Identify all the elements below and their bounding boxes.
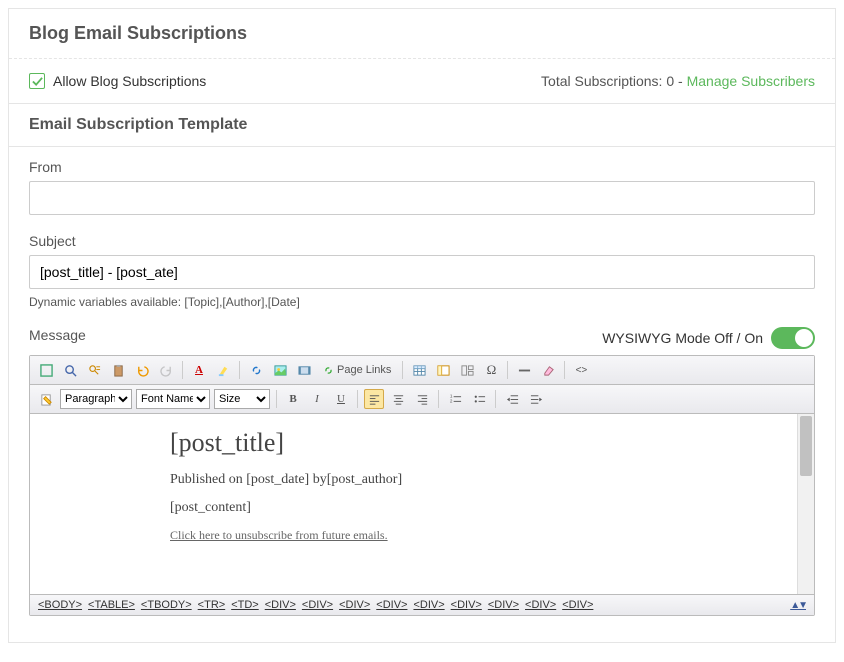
from-group: From — [29, 159, 815, 215]
paste-icon[interactable] — [108, 360, 128, 380]
fullscreen-icon[interactable] — [36, 360, 56, 380]
bc-item[interactable]: <DIV> — [451, 599, 482, 611]
from-input[interactable] — [29, 181, 815, 215]
paragraph-select[interactable]: Paragraph — [60, 389, 132, 409]
content-published: Published on [post_date] by[post_author] — [170, 472, 777, 488]
bc-item[interactable]: <DIV> — [339, 599, 370, 611]
message-group: Message WYSIWYG Mode Off / On A — [29, 327, 815, 616]
align-right-button[interactable] — [412, 389, 432, 409]
wysiwyg-label: WYSIWYG Mode Off / On — [602, 330, 763, 346]
link-icon[interactable] — [246, 360, 266, 380]
edit-icon[interactable] — [36, 389, 56, 409]
source-icon[interactable]: <> — [571, 360, 591, 380]
subject-input[interactable] — [29, 255, 815, 289]
editor-body: [post_title] Published on [post_date] by… — [30, 414, 814, 594]
wysiwyg-toggle[interactable] — [771, 327, 815, 349]
bc-item[interactable]: <DIV> — [525, 599, 556, 611]
undo-icon[interactable] — [132, 360, 152, 380]
align-center-button[interactable] — [388, 389, 408, 409]
allow-label: Allow Blog Subscriptions — [53, 73, 206, 89]
highlight-icon[interactable] — [213, 360, 233, 380]
total-subscriptions: Total Subscriptions: 0 - Manage Subscrib… — [541, 73, 815, 89]
redo-icon[interactable] — [156, 360, 176, 380]
allow-row: Allow Blog Subscriptions Total Subscript… — [9, 59, 835, 103]
size-select[interactable]: Size — [214, 389, 270, 409]
page-links-button[interactable]: Page Links — [318, 360, 396, 380]
form-body: From Subject Dynamic variables available… — [9, 147, 835, 642]
preview-icon[interactable] — [60, 360, 80, 380]
bc-item[interactable]: <DIV> — [265, 599, 296, 611]
hr-icon[interactable] — [514, 360, 534, 380]
align-left-button[interactable] — [364, 389, 384, 409]
subject-help: Dynamic variables available: [Topic],[Au… — [29, 295, 815, 309]
omega-icon[interactable]: Ω — [481, 360, 501, 380]
bc-item[interactable]: <TABLE> — [88, 599, 135, 611]
subject-group: Subject Dynamic variables available: [To… — [29, 233, 815, 309]
table-icon[interactable] — [409, 360, 429, 380]
bc-item[interactable]: <TBODY> — [141, 599, 192, 611]
eraser-icon[interactable] — [538, 360, 558, 380]
allow-checkbox[interactable] — [29, 73, 45, 89]
template-header: Email Subscription Template — [9, 103, 835, 147]
italic-button[interactable]: I — [307, 389, 327, 409]
bc-item[interactable]: <DIV> — [488, 599, 519, 611]
editor-breadcrumb: <BODY> <TABLE> <TBODY> <TR> <TD> <DIV> <… — [30, 594, 814, 615]
svg-text:2: 2 — [449, 398, 452, 403]
editor-scrollbar[interactable] — [797, 414, 814, 594]
toolbar-row-2: Paragraph Font Name Size B I U 12 — [30, 385, 814, 414]
page-title: Blog Email Subscriptions — [29, 23, 815, 44]
toolbar-row-1: A Page Links Ω <> — [30, 356, 814, 385]
blog-subscriptions-panel: Blog Email Subscriptions Allow Blog Subs… — [8, 8, 836, 643]
bc-item[interactable]: <BODY> — [38, 599, 82, 611]
editor-content[interactable]: [post_title] Published on [post_date] by… — [30, 414, 797, 594]
manage-subscribers-link[interactable]: Manage Subscribers — [687, 73, 815, 89]
panel-header: Blog Email Subscriptions — [9, 9, 835, 59]
table-style-icon[interactable] — [433, 360, 453, 380]
content-unsubscribe: Click here to unsubscribe from future em… — [170, 528, 777, 543]
image-icon[interactable] — [270, 360, 290, 380]
fontname-select[interactable]: Font Name — [136, 389, 210, 409]
bc-item[interactable]: <TD> — [231, 599, 259, 611]
bc-item[interactable]: <DIV> — [302, 599, 333, 611]
bc-item[interactable]: <DIV> — [376, 599, 407, 611]
wysiwyg-editor: A Page Links Ω <> — [29, 355, 815, 616]
scroll-thumb[interactable] — [800, 416, 812, 476]
underline-button[interactable]: U — [331, 389, 351, 409]
message-label: Message — [29, 327, 86, 343]
breadcrumb-arrows[interactable]: ▲▼ — [790, 600, 806, 611]
layout-icon[interactable] — [457, 360, 477, 380]
check-icon — [32, 76, 43, 87]
wysiwyg-toggle-wrap: WYSIWYG Mode Off / On — [602, 327, 815, 349]
indent-button[interactable] — [526, 389, 546, 409]
bc-item[interactable]: <TR> — [198, 599, 226, 611]
template-title: Email Subscription Template — [29, 116, 815, 134]
outdent-button[interactable] — [502, 389, 522, 409]
bc-item[interactable]: <DIV> — [562, 599, 593, 611]
allow-checkbox-wrap: Allow Blog Subscriptions — [29, 73, 541, 89]
total-value: 0 — [666, 73, 674, 89]
bc-item[interactable]: <DIV> — [413, 599, 444, 611]
content-title: [post_title] — [170, 428, 777, 458]
ul-button[interactable] — [469, 389, 489, 409]
ol-button[interactable]: 12 — [445, 389, 465, 409]
bold-button[interactable]: B — [283, 389, 303, 409]
content-body: [post_content] — [170, 500, 777, 516]
find-icon[interactable] — [84, 360, 104, 380]
font-color-icon[interactable]: A — [189, 360, 209, 380]
media-icon[interactable] — [294, 360, 314, 380]
from-label: From — [29, 159, 815, 175]
subject-label: Subject — [29, 233, 815, 249]
